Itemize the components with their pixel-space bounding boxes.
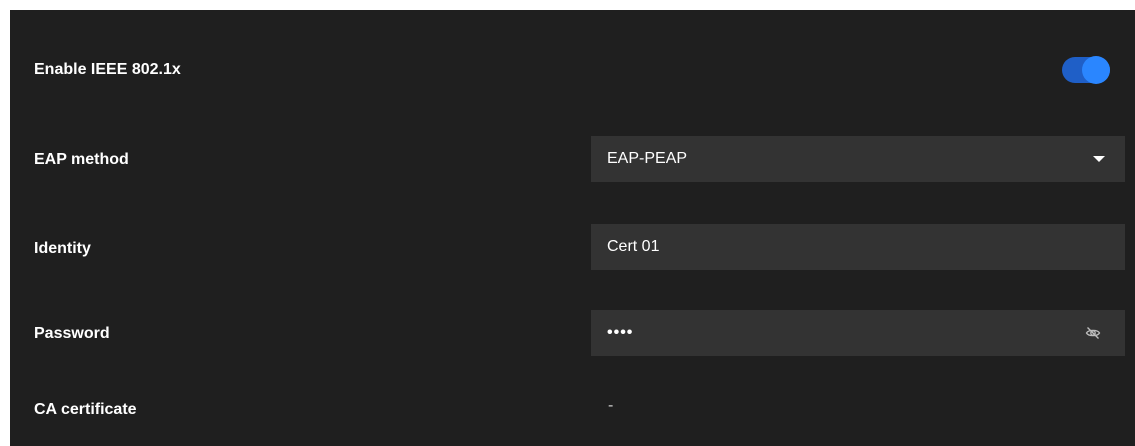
toggle-knob [1082,56,1110,84]
enable-8021x-label: Enable IEEE 802.1x [34,61,181,78]
eap-method-value: EAP-PEAP [607,150,688,167]
eap-method-select[interactable]: EAP-PEAP [591,136,1125,182]
ca-certificate-label: CA certificate [34,401,137,418]
identity-input[interactable]: Cert 01 [591,224,1125,270]
caret-down-icon [1093,156,1105,162]
identity-label: Identity [34,240,91,257]
ieee-8021x-settings-panel: Enable IEEE 802.1x EAP method EAP-PEAP I… [10,10,1135,446]
eap-method-label: EAP method [34,151,129,168]
password-input[interactable]: •••• [591,310,1125,356]
password-label: Password [34,325,110,342]
identity-value: Cert 01 [607,238,660,255]
eye-off-icon[interactable] [1085,325,1101,341]
ca-certificate-value: - [608,397,614,414]
password-value: •••• [607,324,634,341]
enable-8021x-toggle[interactable] [1062,56,1110,84]
